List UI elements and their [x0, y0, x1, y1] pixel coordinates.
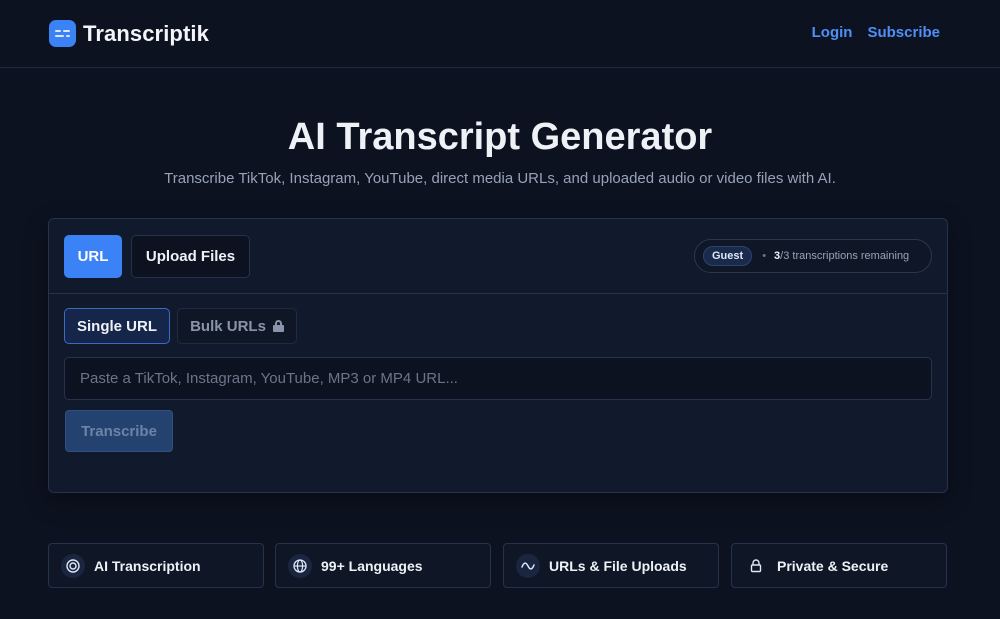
top-header: Transcriptik Login Subscribe [0, 0, 1000, 68]
feature-private-secure: Private & Secure [731, 543, 947, 588]
target-icon [61, 553, 85, 578]
usage-indicator: Guest • 3/3 transcriptions remaining [694, 239, 932, 273]
app-name: Transcriptik [83, 20, 209, 46]
url-input[interactable] [64, 357, 932, 400]
tab-upload-files[interactable]: Upload Files [131, 235, 250, 278]
transcribe-button[interactable]: Transcribe [65, 410, 173, 452]
subtab-bulk-urls[interactable]: Bulk URLs [177, 308, 297, 344]
globe-icon [288, 553, 312, 578]
feature-urls-uploads: URLs & File Uploads [503, 543, 719, 588]
card-header: URL Upload Files Guest • 3/3 transcripti… [49, 219, 947, 294]
page-title: AI Transcript Generator [287, 116, 713, 158]
wave-icon [516, 553, 540, 578]
transcribe-card: URL Upload Files Guest • 3/3 transcripti… [48, 218, 948, 493]
feature-label: Private & Secure [777, 557, 889, 574]
tab-url[interactable]: URL [64, 235, 122, 278]
top-nav: Login Subscribe [812, 24, 940, 41]
lock-icon [744, 554, 768, 578]
feature-ai-transcription: AI Transcription [48, 543, 264, 588]
lock-icon [272, 320, 284, 332]
feature-label: URLs & File Uploads [549, 557, 687, 574]
subtab-bulk-label: Bulk URLs [190, 317, 266, 335]
feature-label: AI Transcription [94, 557, 201, 574]
plan-badge: Guest [703, 246, 753, 266]
subscribe-link[interactable]: Subscribe [867, 24, 940, 41]
logo[interactable]: Transcriptik [49, 20, 209, 47]
remaining-count: 3/3 transcriptions remaining [774, 250, 909, 262]
feature-languages: 99+ Languages [275, 543, 491, 588]
page-subtitle: Transcribe TikTok, Instagram, YouTube, d… [164, 170, 836, 187]
subtab-single-url[interactable]: Single URL [64, 308, 170, 344]
feature-label: 99+ Languages [321, 557, 423, 574]
login-link[interactable]: Login [812, 24, 853, 41]
remaining-label: /3 transcriptions remaining [780, 250, 910, 262]
feature-list: AI Transcription 99+ Languages URLs & Fi… [48, 543, 948, 588]
separator-dot: • [762, 250, 767, 262]
logo-icon [49, 20, 76, 47]
